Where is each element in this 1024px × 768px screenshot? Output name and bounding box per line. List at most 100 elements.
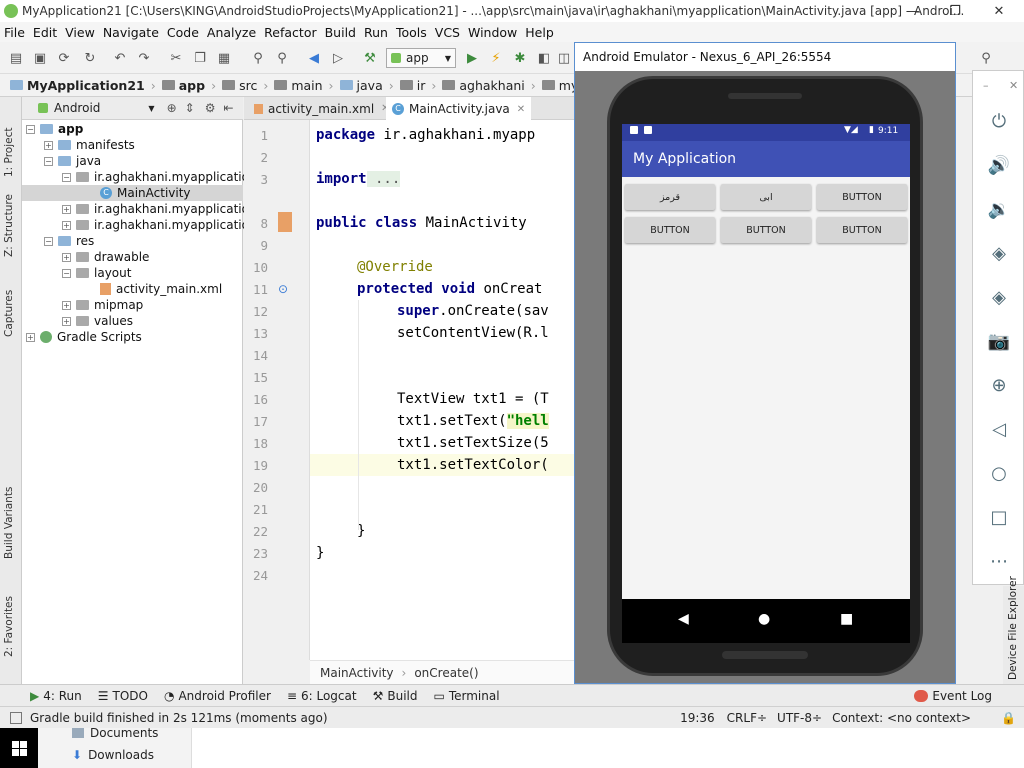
run-icon[interactable]: ▶: [464, 50, 480, 66]
overview-icon[interactable]: □: [987, 505, 1011, 529]
tool-android-profiler[interactable]: ◔ Android Profiler: [164, 689, 271, 703]
lock-icon[interactable]: 🔒: [1001, 711, 1016, 725]
replace-icon[interactable]: ⚲: [274, 50, 290, 66]
debug-icon[interactable]: ✱: [512, 50, 528, 66]
tree-item-java[interactable]: − java: [44, 153, 101, 169]
back-icon[interactable]: ◁: [987, 417, 1011, 441]
tool-terminal[interactable]: ▭ Terminal: [433, 689, 499, 703]
collapse-icon[interactable]: ⇕: [185, 101, 195, 115]
make-project-icon[interactable]: ⚒: [362, 50, 378, 66]
tool-event-log[interactable]: Event Log: [914, 689, 992, 703]
attach-debugger-icon[interactable]: ◧: [536, 50, 552, 66]
redo-icon[interactable]: ↷: [136, 50, 152, 66]
device-screen[interactable]: ▼◢ ▮ 9:11 My Application قرمز ابی BUTTON…: [622, 124, 910, 599]
menu-help[interactable]: Help: [521, 25, 558, 40]
downloads-item[interactable]: ⬇ Downloads: [72, 748, 154, 762]
home-circle-icon[interactable]: ●: [758, 611, 770, 627]
menu-build[interactable]: Build: [321, 25, 360, 40]
home-icon[interactable]: ○: [987, 461, 1011, 485]
apply-changes-icon[interactable]: ⚡: [488, 50, 504, 66]
menu-analyze[interactable]: Analyze: [203, 25, 260, 40]
back-icon[interactable]: ◀: [306, 50, 322, 66]
tool-build-variants[interactable]: Build Variants: [3, 487, 15, 559]
paste-icon[interactable]: ▦: [216, 50, 232, 66]
layout-xml-marker-icon[interactable]: [278, 212, 292, 232]
tree-item-gradle-scripts[interactable]: + Gradle Scripts: [26, 329, 142, 345]
status-toggle-icon[interactable]: [10, 711, 22, 724]
button-3[interactable]: BUTTON: [817, 184, 907, 210]
search-everywhere-icon[interactable]: ⚲: [978, 50, 994, 66]
more-icon[interactable]: ⋯: [987, 549, 1011, 573]
line-separator[interactable]: CRLF÷: [727, 711, 767, 725]
volume-up-icon[interactable]: 🔊: [987, 153, 1011, 177]
copy-icon[interactable]: ❐: [192, 50, 208, 66]
tool-build[interactable]: ⚒ Build: [373, 689, 418, 703]
profiler-icon[interactable]: ◫: [556, 50, 572, 66]
close-icon[interactable]: ✕: [517, 104, 525, 115]
menu-edit[interactable]: Edit: [29, 25, 61, 40]
tool-structure[interactable]: Z: Structure: [3, 194, 15, 257]
back-triangle-icon[interactable]: ◀: [678, 611, 689, 627]
breadcrumb-project[interactable]: MyApplication21 ›: [10, 78, 156, 93]
forward-icon[interactable]: ▷: [330, 50, 346, 66]
file-encoding[interactable]: UTF-8÷: [777, 711, 822, 725]
tree-item-layout[interactable]: − layout: [62, 265, 131, 281]
button-blue[interactable]: ابی: [721, 184, 811, 210]
menu-navigate[interactable]: Navigate: [99, 25, 163, 40]
camera-icon[interactable]: 📷: [987, 329, 1011, 353]
tool-project[interactable]: 1: Project: [3, 128, 15, 177]
menu-view[interactable]: View: [61, 25, 99, 40]
maximize-button[interactable]: ❐: [932, 0, 978, 22]
save-icon[interactable]: ▣: [32, 50, 48, 66]
caret-position[interactable]: 19:36: [680, 711, 715, 725]
override-marker-icon[interactable]: ⊙: [278, 282, 288, 296]
sync-icon[interactable]: ⟳: [56, 50, 72, 66]
breadcrumb-src[interactable]: src ›: [222, 78, 268, 93]
zoom-icon[interactable]: ⊕: [987, 373, 1011, 397]
breadcrumb-app[interactable]: app ›: [161, 78, 216, 93]
crumb-class[interactable]: MainActivity: [320, 666, 394, 680]
recents-square-icon[interactable]: ■: [840, 611, 853, 627]
tree-item-res[interactable]: − res: [44, 233, 94, 249]
button-red[interactable]: قرمز: [625, 184, 715, 210]
tree-item-package[interactable]: − ir.aghakhani.myapplication: [62, 169, 257, 185]
menu-refactor[interactable]: Refactor: [260, 25, 320, 40]
tool-todo[interactable]: ☰ TODO: [98, 689, 148, 703]
cut-icon[interactable]: ✂: [168, 50, 184, 66]
tool-favorites[interactable]: 2: Favorites: [3, 596, 15, 657]
tool-device-file-explorer[interactable]: Device File Explorer: [1007, 576, 1019, 680]
code-editor[interactable]: package ir.aghakhani.myapp import ... pu…: [310, 120, 574, 660]
breadcrumb-ir[interactable]: ir ›: [399, 78, 436, 93]
tab-activity-main-xml[interactable]: activity_main.xml✕: [248, 97, 396, 120]
volume-down-icon[interactable]: 🔉: [987, 197, 1011, 221]
gear-icon[interactable]: ⚙: [205, 101, 216, 115]
close-icon[interactable]: ✕: [1009, 79, 1018, 92]
menu-file[interactable]: File: [0, 25, 29, 40]
menu-code[interactable]: Code: [163, 25, 203, 40]
tree-item-mipmap[interactable]: + mipmap: [62, 297, 143, 313]
tree-item-values[interactable]: + values: [62, 313, 133, 329]
close-window-button[interactable]: ✕: [976, 0, 1022, 22]
hide-icon[interactable]: ⇤: [223, 101, 233, 115]
tree-item-drawable[interactable]: + drawable: [62, 249, 149, 265]
status-message[interactable]: Gradle build finished in 2s 121ms (momen…: [30, 711, 328, 725]
tree-item-mainactivity[interactable]: C MainActivity: [22, 185, 243, 201]
minimize-icon[interactable]: –: [983, 79, 989, 92]
refresh-icon[interactable]: ↻: [82, 50, 98, 66]
crumb-method[interactable]: onCreate(): [414, 666, 478, 680]
tree-item-manifests[interactable]: + manifests: [44, 137, 135, 153]
rotate-right-icon[interactable]: ◈: [987, 285, 1011, 309]
tool-run[interactable]: ▶ 4: Run: [30, 689, 82, 703]
minimize-button[interactable]: —: [890, 0, 936, 22]
run-config-dropdown[interactable]: app ▼: [386, 48, 456, 68]
menu-run[interactable]: Run: [360, 25, 392, 40]
context-info[interactable]: Context: <no context>: [832, 711, 971, 725]
tool-captures[interactable]: Captures: [3, 290, 15, 337]
tree-item-activity-main-xml[interactable]: activity_main.xml: [100, 281, 222, 297]
menu-window[interactable]: Window: [464, 25, 521, 40]
locate-icon[interactable]: ⊕: [167, 101, 177, 115]
tree-item-package-androidtest[interactable]: + ir.aghakhani.myapplication: [62, 201, 257, 217]
tool-logcat[interactable]: ≡ 6: Logcat: [287, 689, 357, 703]
button-4[interactable]: BUTTON: [625, 217, 715, 243]
tree-item-package-test[interactable]: + ir.aghakhani.myapplication: [62, 217, 257, 233]
